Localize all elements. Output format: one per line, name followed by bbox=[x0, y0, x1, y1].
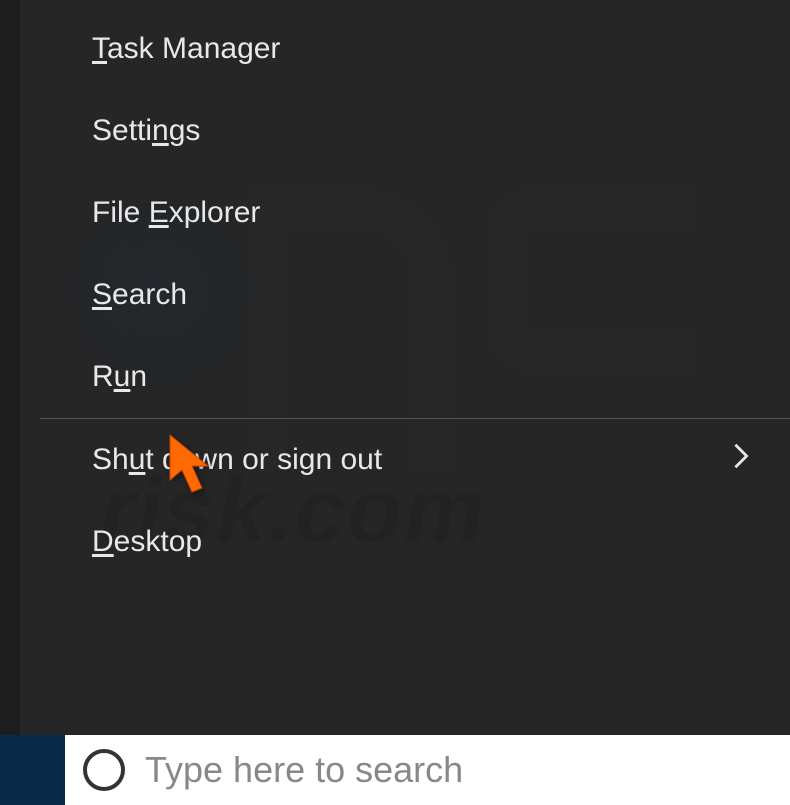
menu-item-settings[interactable]: Settings bbox=[20, 90, 790, 172]
menu-item-search[interactable]: Search bbox=[20, 254, 790, 336]
menu-label: Search bbox=[92, 278, 187, 312]
taskbar: Type here to search bbox=[0, 735, 790, 805]
menu-label: File Explorer bbox=[92, 196, 260, 230]
menu-item-desktop[interactable]: Desktop bbox=[20, 501, 790, 583]
start-button[interactable] bbox=[0, 735, 65, 805]
menu-item-file-explorer[interactable]: File Explorer bbox=[20, 172, 790, 254]
menu-label: Settings bbox=[92, 114, 200, 148]
menu-label: Shut down or sign out bbox=[92, 443, 382, 477]
annotation-cursor-icon bbox=[160, 430, 230, 515]
menu-label: Task Manager bbox=[92, 32, 280, 66]
search-bar[interactable]: Type here to search bbox=[65, 735, 790, 805]
search-placeholder: Type here to search bbox=[145, 749, 463, 791]
menu-label: Run bbox=[92, 360, 147, 394]
menu-item-shutdown[interactable]: Shut down or sign out bbox=[20, 419, 790, 501]
search-icon bbox=[83, 749, 125, 791]
menu-label: Desktop bbox=[92, 525, 202, 559]
menu-item-task-manager[interactable]: Task Manager bbox=[20, 8, 790, 90]
winx-context-menu: risk.com Task Manager Settings File Expl… bbox=[20, 0, 790, 735]
menu-item-run[interactable]: Run bbox=[20, 336, 790, 418]
chevron-right-icon bbox=[732, 442, 750, 478]
